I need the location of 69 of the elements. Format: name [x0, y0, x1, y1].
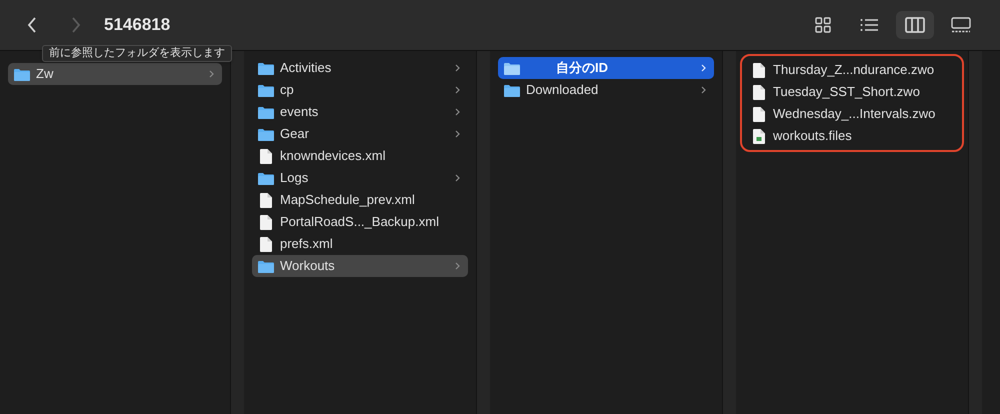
file-row[interactable]: cp — [252, 79, 468, 101]
grid-view-icon — [815, 17, 831, 33]
file-name: Tuesday_SST_Short.zwo — [773, 83, 920, 102]
document-icon — [260, 214, 272, 230]
file-row[interactable]: prefs.xml — [252, 233, 468, 255]
file-name: 自分のID — [555, 59, 608, 78]
file-name: prefs.xml — [280, 235, 333, 254]
folder-icon — [258, 106, 274, 118]
folder-icon — [504, 84, 520, 96]
file-name: events — [280, 103, 318, 122]
file-row[interactable]: Logs — [252, 167, 468, 189]
window-title: 5146818 — [104, 14, 170, 36]
file-name: Gear — [280, 125, 309, 144]
file-name: Wednesday_...Intervals.zwo — [773, 105, 936, 124]
forward-icon — [71, 17, 81, 33]
document-icon — [753, 84, 765, 100]
folder-icon — [258, 62, 274, 74]
folder-icon — [258, 172, 274, 184]
document-icon — [260, 236, 272, 252]
file-row[interactable]: Tuesday_SST_Short.zwo — [745, 81, 959, 103]
file-name: MapSchedule_prev.xml — [280, 191, 415, 210]
file-row[interactable]: Activities — [252, 57, 468, 79]
document-icon — [753, 62, 765, 78]
view-mode-button[interactable] — [896, 11, 934, 39]
file-row[interactable]: 自分のID — [498, 57, 714, 79]
folder-icon — [504, 62, 520, 74]
gallery-view-icon — [951, 17, 971, 33]
file-row[interactable]: Workouts — [252, 255, 468, 277]
document-icon — [260, 148, 272, 164]
file-row[interactable]: Downloaded — [498, 79, 714, 101]
file-name: Activities — [280, 59, 332, 78]
file-name: Thursday_Z...ndurance.zwo — [773, 61, 934, 80]
chevron-icon — [455, 64, 460, 72]
file-row[interactable]: Wednesday_...Intervals.zwo — [745, 103, 959, 125]
document-icon — [753, 106, 765, 122]
file-name: workouts.files — [773, 127, 852, 146]
columns-view-icon — [905, 17, 925, 33]
folder-icon — [14, 68, 30, 80]
folder-icon — [258, 260, 274, 272]
file-name: Logs — [280, 169, 308, 188]
chevron-icon — [455, 130, 460, 138]
chevron-icon — [701, 86, 706, 94]
chevron-icon — [455, 262, 460, 270]
file-name: PortalRoadS..._Backup.xml — [280, 213, 439, 232]
chevron-icon — [455, 86, 460, 94]
file-row[interactable]: PortalRoadS..._Backup.xml — [252, 211, 468, 233]
chevron-icon — [701, 64, 706, 72]
folder-icon — [258, 128, 274, 140]
data-file-icon — [753, 128, 765, 144]
list-view-icon — [860, 18, 878, 32]
file-name: cp — [280, 81, 294, 100]
file-row[interactable]: events — [252, 101, 468, 123]
chevron-icon — [455, 174, 460, 182]
file-row[interactable]: Gear — [252, 123, 468, 145]
chevron-icon — [209, 70, 214, 78]
document-icon — [260, 192, 272, 208]
tooltip: 前に参照したフォルダを表示します — [42, 45, 232, 62]
folder-icon — [258, 84, 274, 96]
chevron-icon — [455, 108, 460, 116]
file-name: Downloaded — [526, 81, 598, 100]
file-row[interactable]: Thursday_Z...ndurance.zwo — [745, 59, 959, 81]
file-row[interactable]: MapSchedule_prev.xml — [252, 189, 468, 211]
file-row[interactable]: Zw — [8, 63, 222, 85]
file-name: Workouts — [280, 257, 335, 276]
file-row[interactable]: workouts.files — [745, 125, 959, 147]
file-name: knowndevices.xml — [280, 147, 386, 166]
file-row[interactable]: knowndevices.xml — [252, 145, 468, 167]
back-icon — [27, 17, 37, 33]
file-name: Zw — [36, 65, 54, 84]
